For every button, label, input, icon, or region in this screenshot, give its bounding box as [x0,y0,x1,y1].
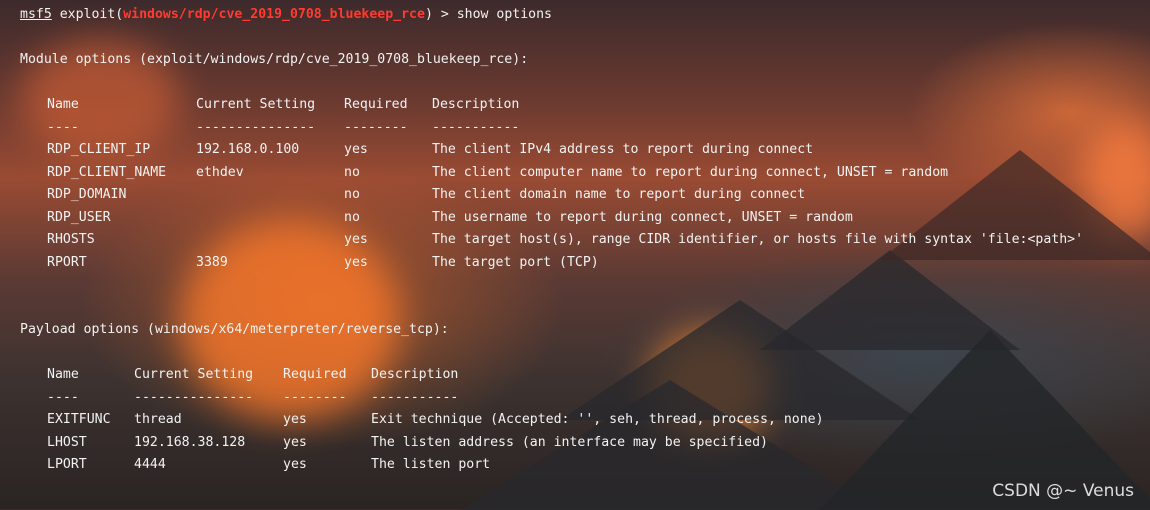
terminal-output: msf5 exploit(windows/rdp/cve_2019_0708_b… [0,0,1150,509]
name-cell: RDP_USER [47,209,111,225]
required-cell: Required [283,367,347,382]
prompt-exploit-prefix: exploit( [51,7,124,22]
table-header-row: Name Current Setting Required Description [0,364,1150,386]
setting-cell: Current Setting [134,367,254,382]
name-cell: RHOSTS [47,232,95,247]
required-cell: no [344,164,360,180]
table-header-row: Name Current Setting Required Description [0,94,1150,116]
module-options-heading: Module options (exploit/windows/rdp/cve_… [20,52,529,67]
prompt-command: ) > show options [424,7,552,22]
table-row: RHOSTS yes The target host(s), range CIDR … [0,229,1150,251]
setting-cell: thread [134,412,182,427]
name-cell: RDP_CLIENT_IP [47,142,151,157]
name-cell: Name [47,367,79,382]
setting-cell: --------------- [196,119,316,135]
name-cell: Name [47,97,79,112]
table-row: RDP_DOMAIN no The client domain name to re… [0,184,1150,206]
setting-cell: Current Setting [196,97,316,112]
table-row: EXITFUNC thread yes Exit technique (Accepte… [0,409,1150,431]
table-row: RPORT 3389 yes The target port (TCP) [0,252,1150,274]
setting-cell: 3389 [196,254,228,270]
description-cell: The listen port [371,457,491,472]
required-cell: yes [283,434,307,450]
setting-cell: --------------- [134,389,254,405]
description-cell: The target host(s), range CIDR identifie… [432,232,1084,247]
required-cell: yes [344,254,368,270]
table-row: RDP_USER no The username to report during … [0,207,1150,229]
description-cell: The client domain name to report during … [432,187,806,202]
description-cell: Description [371,367,459,382]
table-underline-row: ---- --------------- -------- ----------- [0,387,1150,409]
name-cell: RDP_CLIENT_NAME [47,164,167,180]
setting-cell: 192.168.38.128 [134,434,246,450]
required-cell: no [344,209,360,225]
description-cell: The client computer name to report durin… [432,164,949,180]
name-cell: LPORT [47,457,87,472]
table-row: LPORT 4444 yes The listen port [0,454,1150,476]
description-cell: The target port (TCP) [432,254,599,270]
name-cell: RDP_DOMAIN [47,187,127,202]
required-cell: Required [344,97,408,112]
setting-cell: 192.168.0.100 [196,142,300,157]
description-cell: The client IPv4 address to report during… [432,142,814,157]
required-cell: -------- [344,119,408,135]
description-cell: The listen address (an interface may be … [371,434,768,450]
payload-options-heading: Payload options (windows/x64/meterpreter… [20,322,449,337]
command-prompt: msf5 exploit(windows/rdp/cve_2019_0708_b… [20,4,552,26]
name-cell: LHOST [47,434,87,450]
table-row: LHOST 192.168.38.128 yes The listen address… [0,432,1150,454]
description-cell: The username to report during connect, U… [432,209,853,225]
csdn-watermark: CSDN @~ Venus [992,481,1134,501]
prompt-module-name: windows/rdp/cve_2019_0708_bluekeep_rce [123,7,425,22]
description-cell: Description [432,97,520,112]
msf-prompt-label: msf5 [20,7,52,22]
name-cell: ---- [47,119,79,135]
required-cell: yes [344,232,368,247]
description-cell: ----------- [432,119,520,135]
setting-cell: ethdev [196,164,244,180]
table-underline-row: ---- --------------- -------- ----------- [0,117,1150,139]
required-cell: yes [344,142,368,157]
name-cell: ---- [47,389,79,405]
table-row: RDP_CLIENT_NAME ethdev no The client comput… [0,162,1150,184]
required-cell: no [344,187,360,202]
description-cell: Exit technique (Accepted: '', seh, threa… [371,412,824,427]
required-cell: -------- [283,389,347,405]
description-cell: ----------- [371,389,459,405]
required-cell: yes [283,412,307,427]
setting-cell: 4444 [134,457,166,472]
name-cell: EXITFUNC [47,412,111,427]
table-row: RDP_CLIENT_IP 192.168.0.100 yes The client … [0,139,1150,161]
name-cell: RPORT [47,254,87,270]
required-cell: yes [283,457,307,472]
